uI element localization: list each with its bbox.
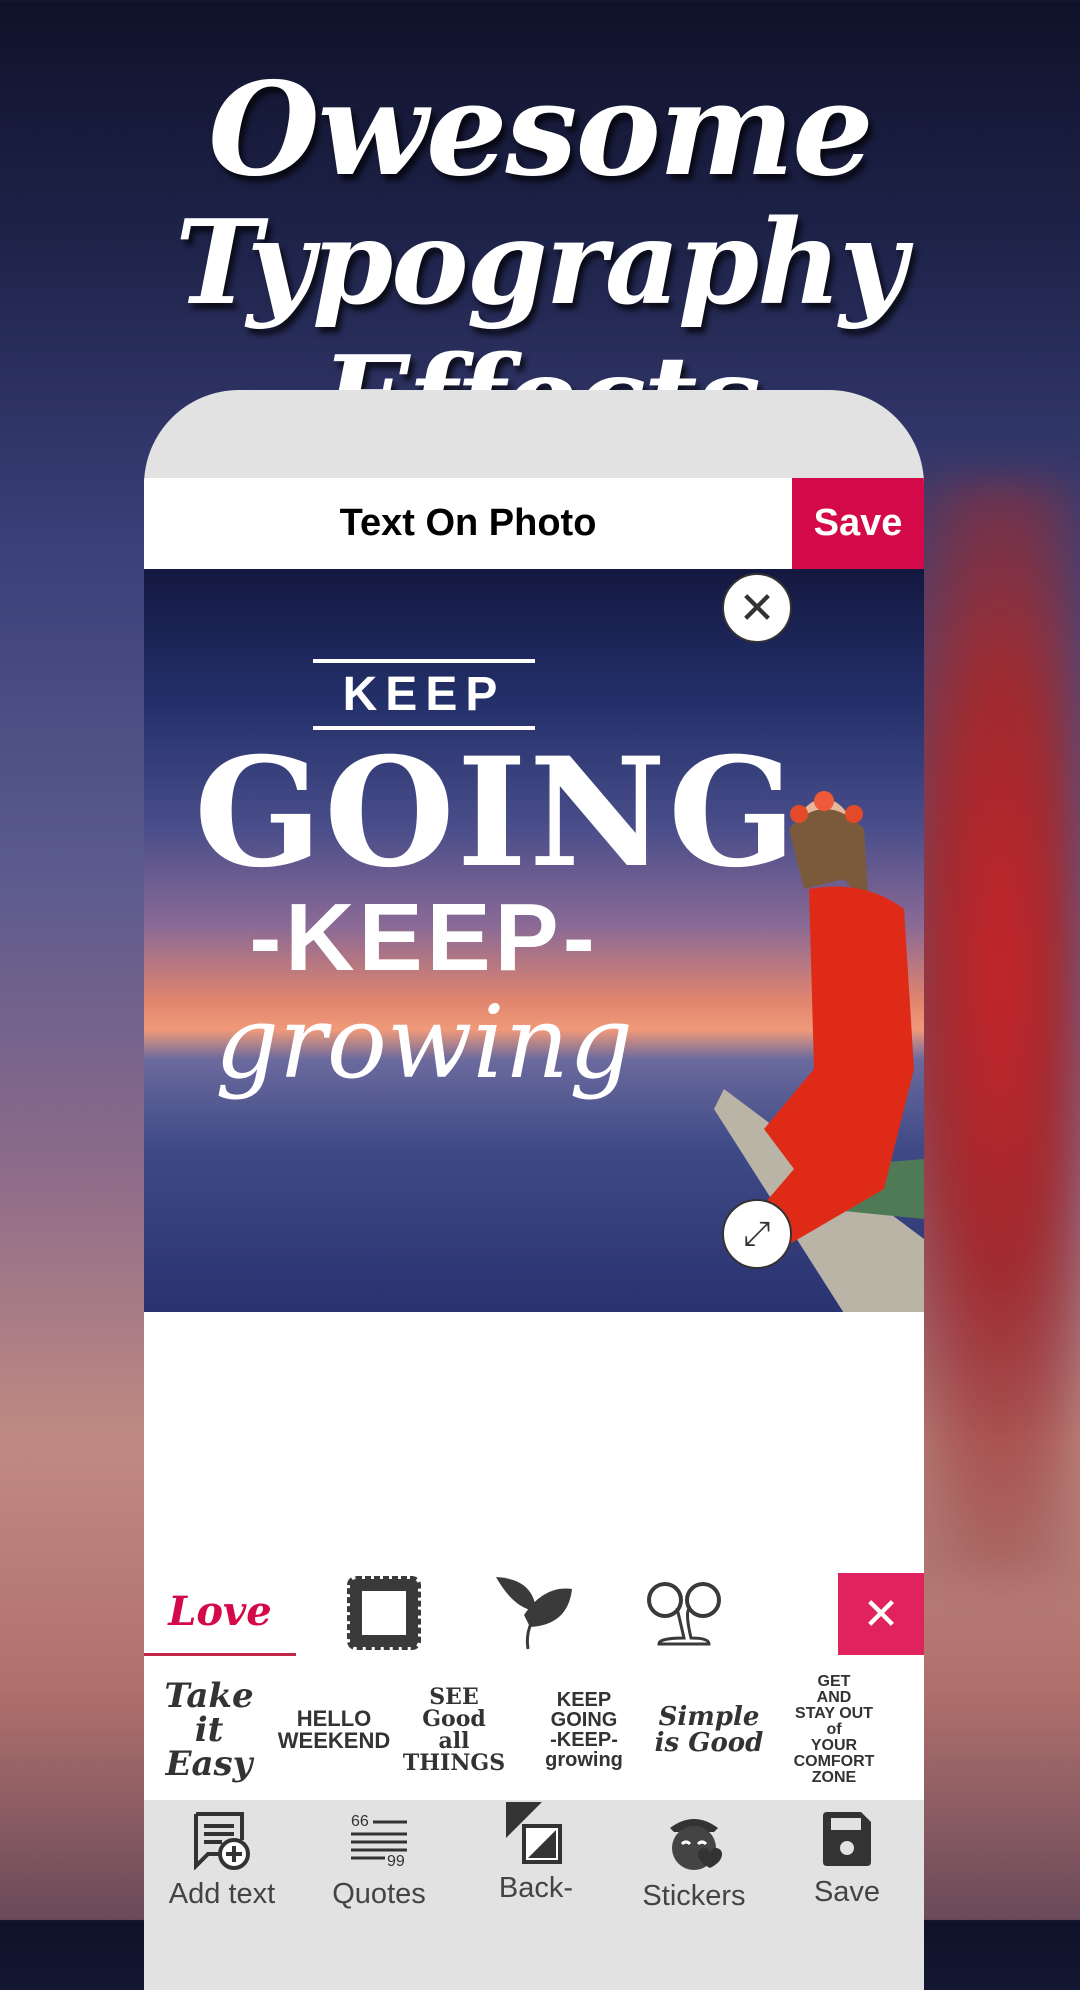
add-text-icon bbox=[194, 1812, 250, 1870]
sticker-text: is Good bbox=[654, 1728, 764, 1758]
sticker-text: KEEP bbox=[556, 1689, 612, 1711]
sticker-text: YOUR bbox=[810, 1737, 858, 1754]
sticker-text: GOING bbox=[550, 1709, 618, 1731]
sticker-text: WEEKEND bbox=[277, 1728, 391, 1753]
sticker-item[interactable]: Take it Easy bbox=[154, 1670, 264, 1790]
sticker-list: Take it Easy HELLO WEEKEND SEE Good all THINGS KE… bbox=[144, 1660, 924, 1800]
sticker-text: THINGS bbox=[402, 1750, 506, 1776]
empty-area bbox=[144, 1312, 924, 1570]
sticker-item[interactable]: GET AND STAY OUT of YOUR COMFORT ZONE bbox=[779, 1670, 889, 1790]
app-bar: Text On Photo Save bbox=[144, 478, 924, 569]
sticker-text: -KEEP- bbox=[550, 1729, 618, 1751]
toolbar-label: Back- bbox=[498, 1872, 574, 1904]
add-text-button[interactable]: Add text bbox=[152, 1810, 292, 1911]
sticker-text: Take bbox=[164, 1676, 254, 1716]
sticker-text: Easy bbox=[165, 1744, 253, 1784]
tab-frames[interactable] bbox=[324, 1570, 444, 1656]
sticker-item[interactable]: HELLO WEEKEND bbox=[277, 1670, 391, 1790]
svg-text:99: 99 bbox=[387, 1853, 405, 1870]
quotes-icon: 66 99 bbox=[351, 1813, 407, 1870]
sticker-text: it bbox=[194, 1710, 224, 1750]
sticker-item[interactable]: HABW bbox=[899, 1670, 924, 1790]
quote-line: -KEEP- bbox=[249, 884, 599, 991]
save-toolbar-button[interactable]: Save bbox=[777, 1810, 917, 1909]
sticker-text: growing bbox=[545, 1749, 623, 1771]
resize-sticker-button[interactable]: ⤢ bbox=[722, 1199, 792, 1269]
toolbar-label: Save bbox=[813, 1876, 881, 1908]
resize-arrows-icon: ⤢ bbox=[743, 1214, 771, 1253]
quote-line: GOING bbox=[194, 725, 799, 901]
sticker-text: SEE bbox=[429, 1684, 479, 1710]
app-title: Text On Photo bbox=[339, 502, 597, 544]
close-icon: ✕ bbox=[862, 1589, 900, 1639]
nose-glasses-icon bbox=[647, 1582, 721, 1646]
sticker-text: AND bbox=[816, 1689, 852, 1706]
sticker-category-tabs: Love ✕ bbox=[144, 1570, 924, 1660]
stickers-button[interactable]: Stickers bbox=[624, 1810, 764, 1913]
save-button[interactable]: Save bbox=[792, 478, 924, 569]
background-icon bbox=[506, 1802, 562, 1864]
quote-text-overlay[interactable]: KEEP GOING -KEEP- growing bbox=[194, 659, 799, 1101]
quotes-button[interactable]: 66 99 Quotes bbox=[309, 1810, 449, 1911]
sticker-text: Good bbox=[422, 1706, 486, 1732]
photo-canvas[interactable]: KEEP GOING -KEEP- growing ✕ ⤢ bbox=[144, 569, 924, 1312]
close-panel-button[interactable]: ✕ bbox=[838, 1573, 924, 1655]
sticker-text: all bbox=[438, 1728, 470, 1754]
tab-funny[interactable] bbox=[624, 1570, 744, 1656]
sticker-text: COMFORT ZONE bbox=[793, 1753, 875, 1786]
toolbar-label: Add text bbox=[168, 1878, 276, 1910]
toolbar-label: Quotes bbox=[332, 1878, 426, 1910]
svg-text:66: 66 bbox=[351, 1813, 369, 1830]
tab-love[interactable]: Love bbox=[144, 1570, 296, 1656]
sticker-text: STAY OUT bbox=[795, 1705, 873, 1722]
sticker-item[interactable]: KEEP GOING -KEEP-growing bbox=[529, 1670, 639, 1790]
sticker-text: GET bbox=[817, 1673, 851, 1690]
phone-mockup: Text On Photo Save KEEP GOING -KEEP- gro… bbox=[144, 390, 924, 1990]
sticker-item[interactable]: Simple is Good bbox=[654, 1670, 764, 1790]
frame-icon bbox=[347, 1576, 421, 1650]
sticker-text: HELLO bbox=[296, 1706, 372, 1731]
sticker-text: Simple bbox=[658, 1702, 760, 1732]
sticker-text: of bbox=[826, 1721, 842, 1738]
toolbar-label: Stickers bbox=[642, 1880, 746, 1912]
tab-nature[interactable] bbox=[474, 1570, 594, 1656]
floppy-disk-icon bbox=[823, 1812, 871, 1866]
quote-line: KEEP bbox=[312, 659, 536, 730]
stickers-icon bbox=[670, 1819, 722, 1870]
background-button[interactable]: Back- bbox=[466, 1800, 606, 1905]
close-icon: ✕ bbox=[738, 583, 776, 633]
bottom-toolbar: Add text 66 99 Quotes Back- Stickers Save bbox=[144, 1800, 924, 1990]
sticker-item[interactable]: SEE Good all THINGS bbox=[399, 1670, 509, 1790]
remove-sticker-button[interactable]: ✕ bbox=[722, 573, 792, 643]
leaf-icon bbox=[496, 1577, 572, 1650]
headline-line-1: Owesome bbox=[208, 55, 873, 205]
quote-line: growing bbox=[214, 984, 634, 1101]
